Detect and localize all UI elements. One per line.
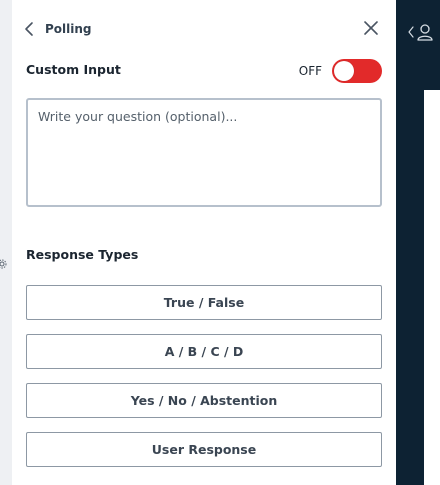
close-button[interactable]: [363, 20, 379, 36]
gear-icon: [0, 259, 7, 269]
back-button[interactable]: Polling: [24, 17, 94, 41]
toggle-knob: [334, 61, 354, 81]
yes-no-abstention-button[interactable]: Yes / No / Abstention: [26, 383, 382, 418]
main-content-edge: [424, 90, 440, 485]
left-gutter: [0, 0, 12, 485]
question-input[interactable]: [26, 98, 382, 207]
panel-header: Polling: [12, 0, 396, 58]
custom-input-toggle[interactable]: OFF: [299, 58, 382, 84]
chevron-left-icon: [25, 22, 33, 36]
abcd-button[interactable]: A / B / C / D: [26, 334, 382, 369]
user-icon: [408, 24, 433, 41]
toggle-switch[interactable]: [332, 59, 382, 83]
user-response-button[interactable]: User Response: [26, 432, 382, 467]
panel-title: Polling: [45, 22, 92, 36]
custom-input-label: Custom Input: [26, 62, 121, 77]
response-types-heading: Response Types: [26, 247, 139, 262]
custom-input-row: Custom Input OFF: [26, 58, 382, 84]
user-list-toggle[interactable]: [408, 21, 440, 43]
true-false-button[interactable]: True / False: [26, 285, 382, 320]
close-icon: [364, 21, 378, 35]
toggle-state-label: OFF: [298, 64, 322, 78]
polling-panel: Polling Custom Input OFF Response Types …: [12, 0, 396, 485]
